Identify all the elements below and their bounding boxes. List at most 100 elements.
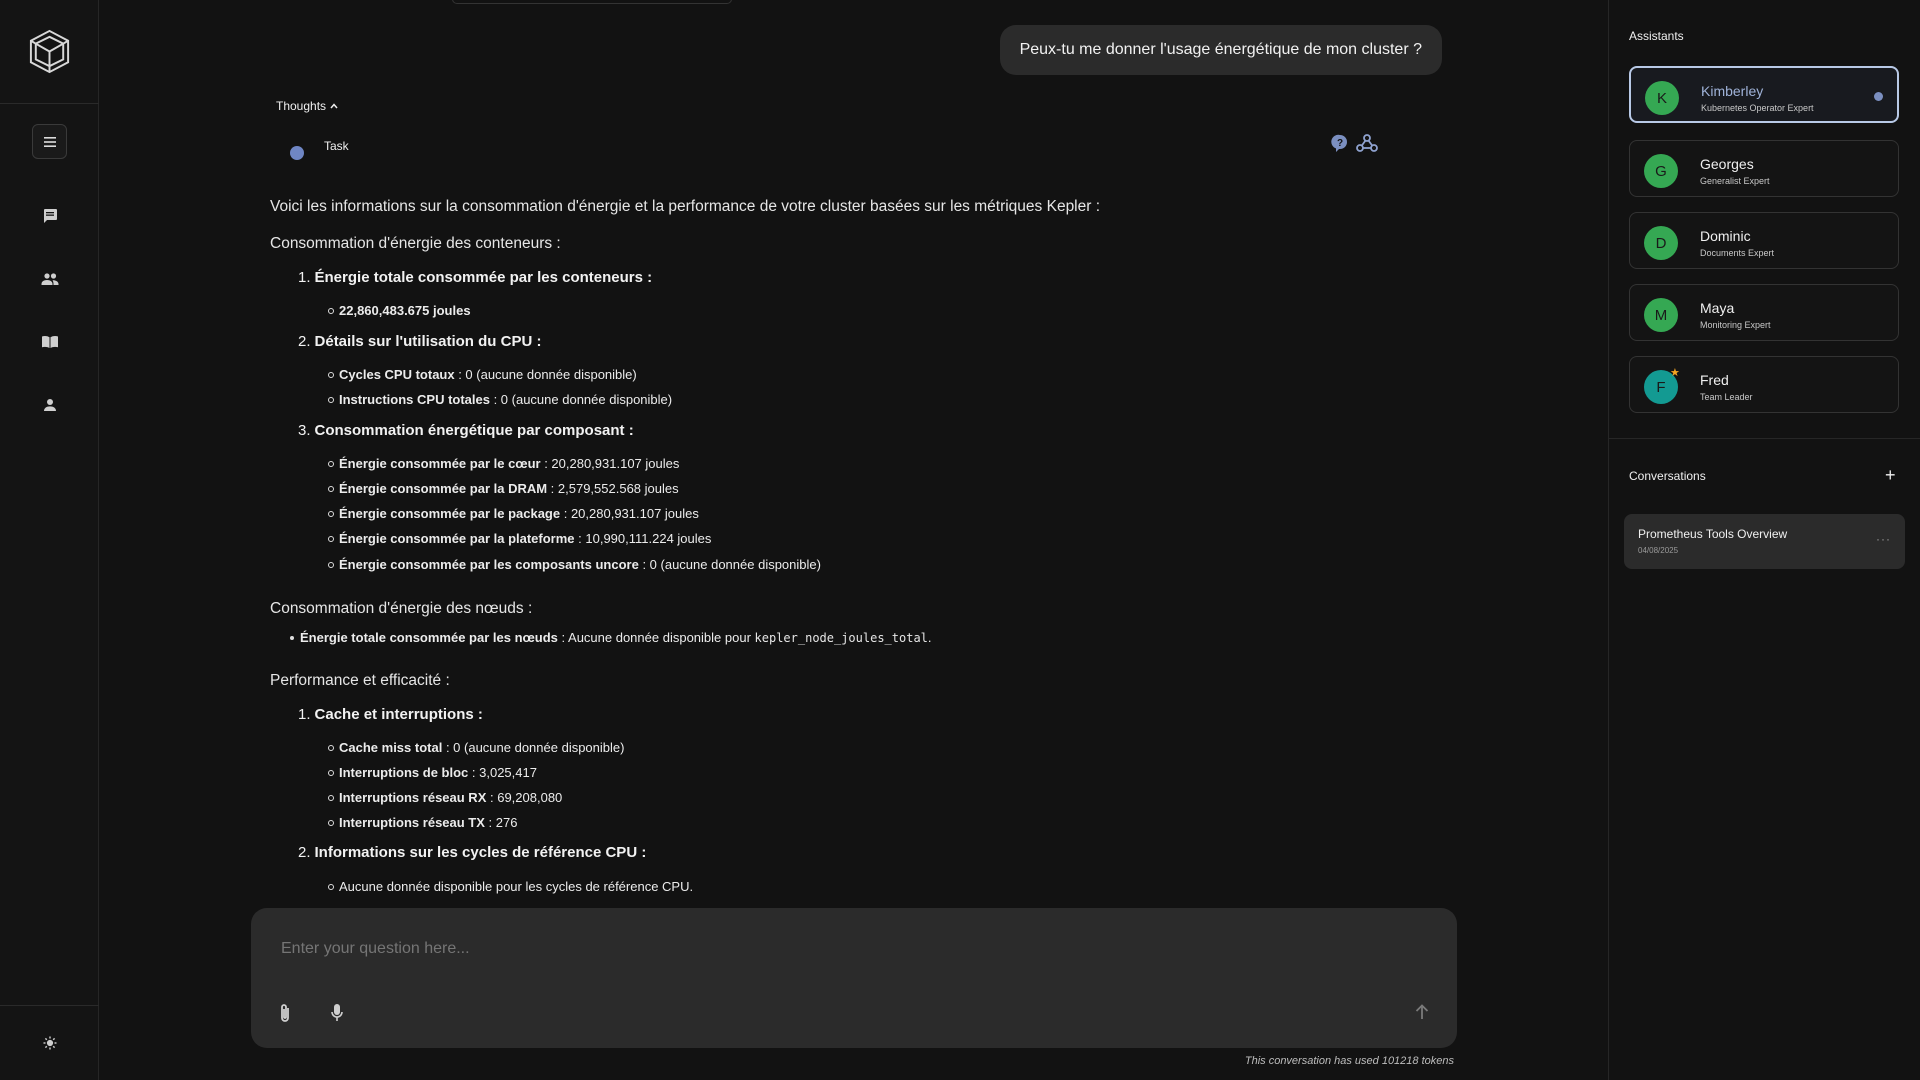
list-item: Interruptions réseau RX : 69,208,080 xyxy=(328,790,562,806)
list-item-value: : 0 (aucune donnée disponible) xyxy=(638,557,821,572)
list-item: Énergie consommée par le cœur : 20,280,9… xyxy=(328,456,679,472)
list-item-value: : Aucune donnée disponible pour xyxy=(557,630,755,645)
task-tool-icons: ? xyxy=(1330,133,1378,153)
list-item-text: 22,860,483.675 joules xyxy=(339,303,471,318)
book-icon[interactable] xyxy=(38,330,62,354)
answer-intro: Voici les informations sur la consommati… xyxy=(270,198,1101,215)
question-input[interactable] xyxy=(281,940,1381,958)
hamburger-icon xyxy=(43,136,56,147)
panel-divider xyxy=(1609,438,1920,439)
arrow-up-icon xyxy=(1415,1004,1429,1019)
list-item-value: : 3,025,417 xyxy=(468,765,537,780)
list-item: 22,860,483.675 joules xyxy=(328,303,471,319)
list-item-value: : 69,208,080 xyxy=(486,790,563,805)
list-item-key: Cycles CPU totaux xyxy=(339,367,455,382)
webhook-icon[interactable] xyxy=(1356,133,1378,153)
section-title: Performance et efficacité : xyxy=(270,672,450,689)
avatar: D xyxy=(1644,226,1678,260)
list-item: Énergie consommée par le package : 20,28… xyxy=(328,506,699,522)
task-step: Task xyxy=(290,132,349,160)
list-item: Cycles CPU totaux : 0 (aucune donnée dis… xyxy=(328,367,637,383)
section-title: Consommation d'énergie des conteneurs : xyxy=(270,235,561,252)
message-composer xyxy=(251,908,1457,1048)
assistant-role: Documents Expert xyxy=(1700,248,1775,258)
menu-toggle-button[interactable] xyxy=(32,124,67,159)
list-item-value: : 0 (aucune donnée disponible) xyxy=(489,392,673,407)
list-item-text: Aucune donnée disponible pour les cycles… xyxy=(339,879,694,894)
numbered-heading: 1. Énergie totale consommée par les conte… xyxy=(298,269,653,286)
list-item: Énergie consommée par la plateforme : 10… xyxy=(328,531,711,547)
rail-divider xyxy=(0,1005,99,1006)
heading-text: Informations sur les cycles de référence… xyxy=(314,844,647,861)
more-options-icon[interactable]: ··· xyxy=(1876,532,1891,546)
numbered-heading: 3. Consommation énergétique par composant… xyxy=(298,422,634,439)
assistants-panel: Assistants K Kimberley Kubernetes Operat… xyxy=(1608,0,1920,1080)
thoughts-label: Thoughts xyxy=(276,99,327,113)
users-icon[interactable] xyxy=(38,267,62,291)
app-logo-icon[interactable] xyxy=(26,28,73,75)
avatar: G xyxy=(1644,154,1678,188)
assistant-name: Fred xyxy=(1700,372,1729,388)
thoughts-toggle[interactable]: Thoughts xyxy=(276,99,339,113)
assistant-name: Kimberley xyxy=(1701,83,1764,99)
task-label: Task xyxy=(324,139,349,153)
rail-divider xyxy=(0,103,99,104)
avatar: M xyxy=(1644,298,1678,332)
active-status-dot xyxy=(1874,92,1883,101)
chat-icon[interactable] xyxy=(38,204,62,228)
help-bubble-icon[interactable]: ? xyxy=(1330,133,1350,153)
profile-icon[interactable] xyxy=(38,393,62,417)
list-item-value: : 20,280,931.107 joules xyxy=(540,456,680,471)
list-item: Cache miss total : 0 (aucune donnée disp… xyxy=(328,740,624,756)
assistant-card-georges[interactable]: G Georges Generalist Expert xyxy=(1629,140,1899,197)
user-message-text: Peux-tu me donner l'usage énergétique de… xyxy=(1019,41,1422,58)
list-item: Aucune donnée disponible pour les cycles… xyxy=(328,879,693,895)
heading-text: Détails sur l'utilisation du CPU : xyxy=(314,333,542,350)
list-item: Énergie consommée par les composants unc… xyxy=(328,557,821,573)
list-item-value: : 276 xyxy=(484,815,518,830)
list-item-value: : 0 (aucune donnée disponible) xyxy=(442,740,625,755)
list-item-key: Interruptions réseau RX xyxy=(339,790,487,805)
attach-button[interactable] xyxy=(277,1002,293,1029)
list-item-key: Énergie consommée par le package xyxy=(339,506,561,521)
app-root: Peux-tu me donner l'usage énergétique de… xyxy=(0,0,1920,1080)
theme-toggle-icon[interactable] xyxy=(38,1031,62,1055)
token-usage: This conversation has used 101218 tokens xyxy=(1244,1055,1454,1067)
avatar: K xyxy=(1645,81,1679,115)
assistant-card-kimberley[interactable]: K Kimberley Kubernetes Operator Expert xyxy=(1629,66,1899,123)
list-item: Instructions CPU totales : 0 (aucune don… xyxy=(328,392,672,408)
list-item-end: . xyxy=(927,630,932,645)
conversation-item[interactable]: Prometheus Tools Overview 04/08/2025 ··· xyxy=(1624,514,1905,569)
heading-text: Énergie totale consommée par les contene… xyxy=(314,269,653,286)
metric-code: kepler_node_joules_total xyxy=(754,631,928,645)
send-button[interactable] xyxy=(1413,1003,1431,1026)
conversations-title: Conversations xyxy=(1629,469,1706,483)
list-item-value: : 10,990,111.224 joules xyxy=(574,531,712,546)
heading-text: Cache et interruptions : xyxy=(314,706,483,723)
list-item: Énergie totale consommée par les nœuds :… xyxy=(290,630,932,646)
numbered-heading: 1. Cache et interruptions : xyxy=(298,706,483,723)
assistants-title: Assistants xyxy=(1629,29,1684,43)
list-item-key: Cache miss total xyxy=(339,740,443,755)
assistant-card-fred[interactable]: F ★ Fred Team Leader xyxy=(1629,356,1899,413)
assistant-card-maya[interactable]: M Maya Monitoring Expert xyxy=(1629,284,1899,341)
paperclip-icon xyxy=(281,1004,289,1022)
list-item-key: Énergie consommée par la DRAM xyxy=(339,481,548,496)
list-item-key: Énergie consommée par les composants unc… xyxy=(339,557,639,572)
assistant-role: Kubernetes Operator Expert xyxy=(1701,103,1814,113)
assistant-card-dominic[interactable]: D Dominic Documents Expert xyxy=(1629,212,1899,269)
list-item-value: : 0 (aucune donnée disponible) xyxy=(454,367,637,382)
list-item-key: Interruptions réseau TX xyxy=(339,815,485,830)
numbered-heading: 2. Informations sur les cycles de référen… xyxy=(298,844,647,861)
conversation-date: 04/08/2025 xyxy=(1638,546,1679,555)
heading-text: Consommation énergétique par composant : xyxy=(314,422,634,439)
list-item: Interruptions réseau TX : 276 xyxy=(328,815,517,831)
nav-rail xyxy=(0,0,99,1080)
svg-text:?: ? xyxy=(1337,138,1343,149)
list-item-key: Énergie totale consommée par les nœuds xyxy=(300,630,558,645)
voice-input-button[interactable] xyxy=(329,1002,345,1029)
scrolled-element xyxy=(452,0,732,4)
new-conversation-plus-icon[interactable]: + xyxy=(1885,465,1896,486)
assistant-name: Dominic xyxy=(1700,228,1751,244)
list-item-value: : 2,579,552.568 joules xyxy=(547,481,679,496)
